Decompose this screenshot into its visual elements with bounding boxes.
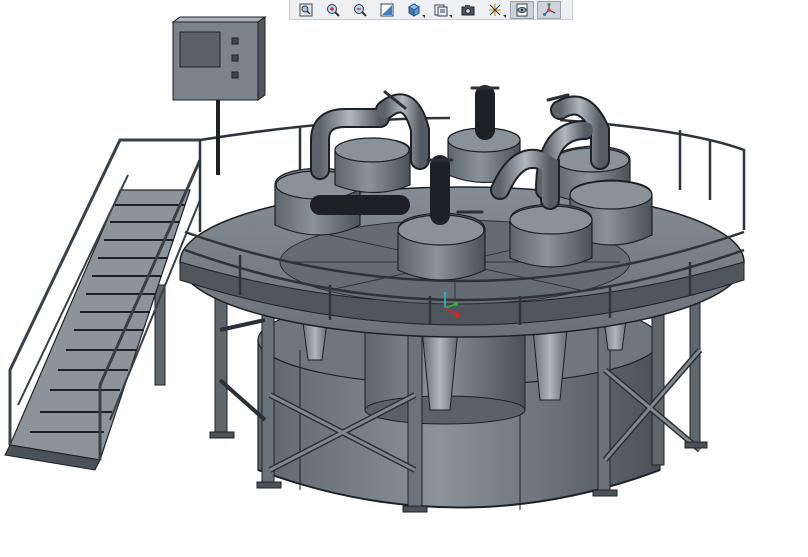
saved-views-icon bbox=[434, 4, 448, 16]
camera-icon bbox=[461, 4, 475, 15]
zoom-out-button[interactable] bbox=[348, 1, 372, 19]
cad-model[interactable] bbox=[0, 0, 808, 557]
annotation-display-button[interactable] bbox=[510, 0, 534, 19]
spin-center-icon bbox=[542, 2, 556, 16]
cube-shaded-icon bbox=[408, 2, 420, 17]
refit-icon bbox=[299, 3, 313, 16]
view-toolbar bbox=[289, 0, 573, 20]
datum-display-button[interactable] bbox=[483, 1, 507, 19]
zoom-in-icon bbox=[327, 3, 340, 17]
zoom-out-icon bbox=[354, 3, 367, 17]
display-style-button[interactable] bbox=[402, 1, 426, 19]
datum-axes-icon bbox=[489, 3, 501, 16]
spin-center-button[interactable] bbox=[537, 0, 561, 19]
refit-view-button[interactable] bbox=[294, 1, 318, 19]
repaint-button[interactable] bbox=[375, 1, 399, 19]
access-stairway bbox=[4, 138, 202, 471]
repaint-icon bbox=[380, 3, 394, 16]
zoom-in-button[interactable] bbox=[321, 1, 345, 19]
control-panel bbox=[171, 16, 267, 175]
graphics-viewport[interactable] bbox=[0, 0, 808, 557]
view-manager-button[interactable] bbox=[456, 1, 480, 19]
annotation-eye-icon bbox=[516, 3, 528, 16]
saved-orientations-button[interactable] bbox=[429, 1, 453, 19]
